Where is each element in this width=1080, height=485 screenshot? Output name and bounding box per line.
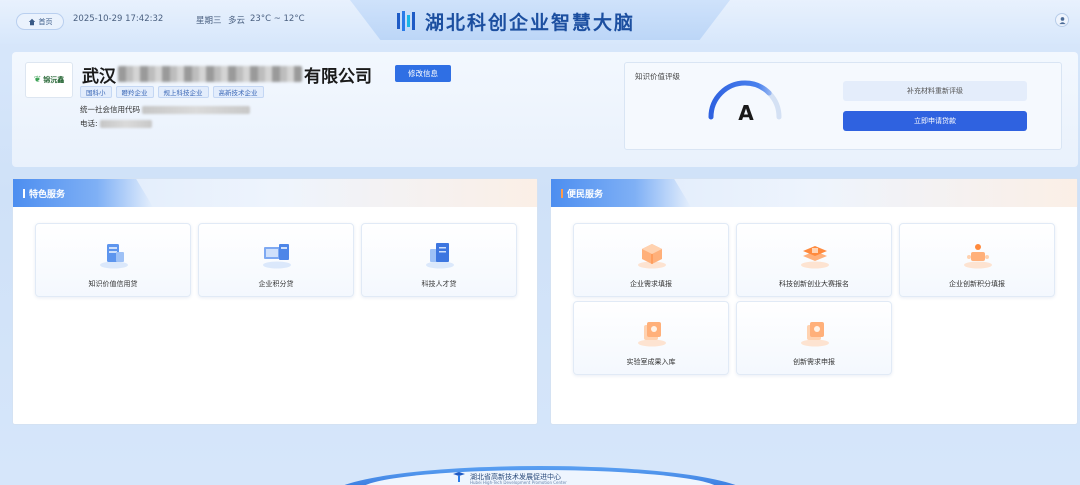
redacted-credit-code xyxy=(142,105,250,114)
cube-icon xyxy=(638,244,666,269)
service-card-lab-results[interactable]: 实验室成果入库 xyxy=(573,301,729,375)
credit-code-row: 统一社会信用代码 xyxy=(80,104,250,115)
service-card-label: 科技人才贷 xyxy=(421,280,457,288)
redacted-name xyxy=(118,66,302,82)
weekday: 星期三 xyxy=(196,16,222,26)
supplement-rerate-button[interactable]: 补充材料重新评级 xyxy=(843,81,1027,101)
company-logo-text: 锦沅鑫 xyxy=(43,76,65,84)
convenience-services-panel: 便民服务 企业需求填报 科技创新创业大赛报名 企业创新积分填报 实验室成果入库 … xyxy=(550,178,1078,425)
service-card-label: 企业需求填报 xyxy=(630,280,672,288)
company-card: ❦ 锦沅鑫 武汉 有限公司 修改信息 国科小 瞪羚企业 规上科技企业 高新技术企… xyxy=(12,52,1078,167)
service-card-talent-loan[interactable]: 科技人才贷 xyxy=(361,223,517,297)
service-card-label: 实验室成果入库 xyxy=(626,358,676,366)
service-card-innovation-points[interactable]: 企业创新积分填报 xyxy=(899,223,1055,297)
service-card-innovation-contest[interactable]: 科技创新创业大赛报名 xyxy=(736,223,892,297)
stack-icon xyxy=(801,322,829,347)
user-avatar-button[interactable] xyxy=(1055,13,1069,27)
home-icon xyxy=(28,18,35,25)
phone-label: 电话: xyxy=(80,119,98,128)
service-card-label: 企业积分贷 xyxy=(258,280,294,288)
tag: 规上科技企业 xyxy=(157,86,209,98)
user-icon xyxy=(1058,16,1066,24)
title-bar-marker xyxy=(23,189,25,198)
special-services-title-text: 特色服务 xyxy=(29,190,66,200)
service-card-knowledge-credit-loan[interactable]: 知识价值信用贷 xyxy=(35,223,191,297)
convenience-services-title: 便民服务 xyxy=(561,187,603,200)
service-card-innovation-demand[interactable]: 创新需求申报 xyxy=(736,301,892,375)
company-tags: 国科小 瞪羚企业 规上科技企业 高新技术企业 xyxy=(80,86,264,98)
service-card-label: 创新需求申报 xyxy=(793,358,835,366)
tag: 国科小 xyxy=(80,86,112,98)
documents-icon xyxy=(426,243,454,269)
home-label: 首页 xyxy=(38,17,53,26)
page-title: 湖北科创企业智慧大脑 xyxy=(425,11,636,34)
service-card-label: 企业创新积分填报 xyxy=(949,280,1005,288)
company-logo: ❦ 锦沅鑫 xyxy=(25,62,73,98)
stack-icon xyxy=(638,322,666,347)
weather: 多云 xyxy=(228,16,246,26)
company-name-suffix: 有限公司 xyxy=(304,66,372,87)
convenience-services-title-text: 便民服务 xyxy=(567,190,604,200)
valuation-panel: 知识价值评级 A 补充材料重新评级 立即申请贷款 xyxy=(624,62,1062,150)
redacted-phone xyxy=(99,119,152,128)
company-name-prefix: 武汉 xyxy=(82,66,116,87)
leaf-icon: ❦ xyxy=(33,75,42,85)
company-name: 武汉 有限公司 xyxy=(82,63,372,87)
tag: 瞪羚企业 xyxy=(115,86,154,98)
brain-logo-icon xyxy=(397,11,415,31)
credit-code-label: 统一社会信用代码 xyxy=(80,105,140,114)
nodes-icon xyxy=(964,244,992,269)
tag: 高新技术企业 xyxy=(212,86,264,98)
top-bar: 首页 2025-10-29 17:42:32 星期三 多云 23°C ~ 12°… xyxy=(0,0,1080,44)
edit-info-button[interactable]: 修改信息 xyxy=(395,65,451,82)
server-icon xyxy=(100,244,128,269)
home-button[interactable]: 首页 xyxy=(16,13,64,30)
service-card-demand-report[interactable]: 企业需求填报 xyxy=(573,223,729,297)
footer-org-name-en: Hubei High-Tech Development Promotion Ce… xyxy=(470,480,567,485)
title-bar-marker xyxy=(561,189,563,198)
special-services-title: 特色服务 xyxy=(23,187,65,200)
valuation-label: 知识价值评级 xyxy=(635,72,680,81)
service-card-label: 科技创新创业大赛报名 xyxy=(779,280,849,288)
app-title: 湖北科创企业智慧大脑 xyxy=(395,6,635,36)
special-services-panel: 特色服务 知识价值信用贷 企业积分贷 科技人才贷 xyxy=(12,178,538,425)
grade-value: A xyxy=(738,101,754,125)
datetime: 2025-10-29 17:42:32 xyxy=(73,14,164,24)
temperature: 23°C ~ 12°C xyxy=(250,14,305,24)
layers-icon xyxy=(801,246,829,269)
org-logo-icon xyxy=(453,472,465,482)
service-card-enterprise-points-loan[interactable]: 企业积分贷 xyxy=(198,223,354,297)
computer-icon xyxy=(263,244,291,269)
phone-row: 电话: xyxy=(80,118,152,129)
apply-loan-button[interactable]: 立即申请贷款 xyxy=(843,111,1027,131)
service-card-label: 知识价值信用贷 xyxy=(88,280,138,288)
